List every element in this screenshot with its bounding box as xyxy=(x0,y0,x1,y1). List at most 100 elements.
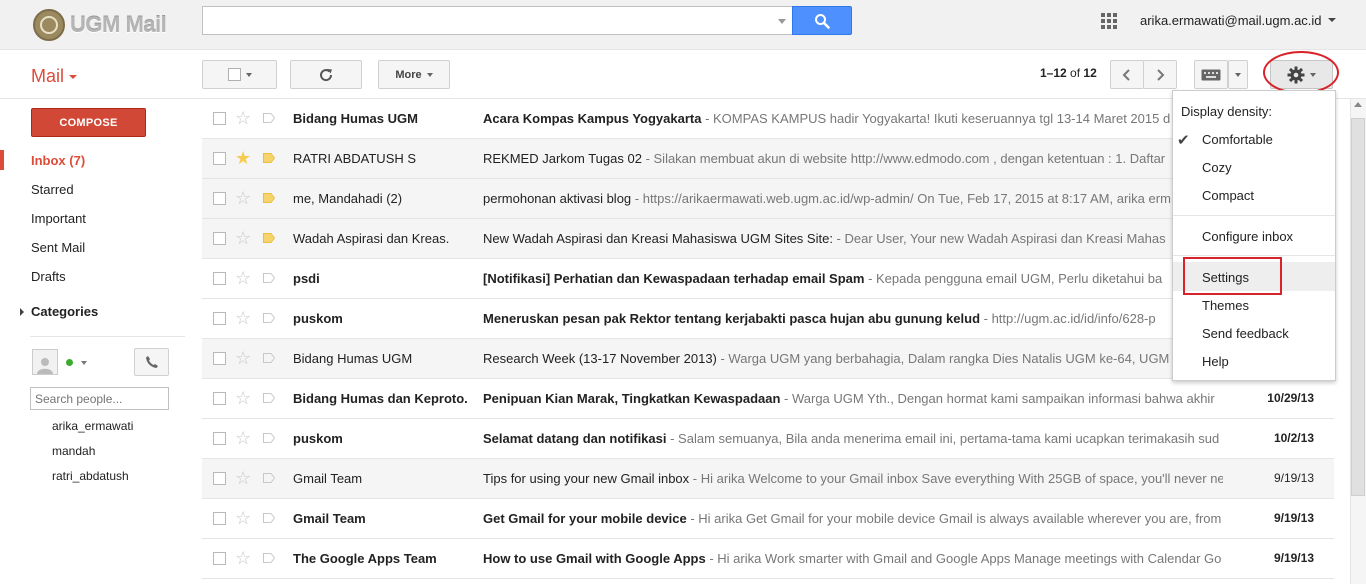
star-icon[interactable]: ☆ xyxy=(235,428,251,448)
row-checkbox[interactable] xyxy=(213,112,226,125)
nav-item-drafts[interactable]: Drafts xyxy=(31,269,66,284)
select-button[interactable] xyxy=(202,60,277,89)
star-icon[interactable]: ☆ xyxy=(235,228,251,248)
chat-status-caret-icon[interactable] xyxy=(81,361,87,365)
row-checkbox[interactable] xyxy=(213,232,226,245)
call-phone-button[interactable] xyxy=(134,348,169,376)
more-button[interactable]: More xyxy=(378,60,450,89)
row-checkbox[interactable] xyxy=(213,432,226,445)
row-checkbox[interactable] xyxy=(213,472,226,485)
email-snippet: - Hi arika Get Gmail for your mobile dev… xyxy=(686,511,1222,526)
importance-marker-icon[interactable] xyxy=(263,473,275,483)
email-sender: me, Mandahadi (2) xyxy=(293,191,403,206)
email-sender: Wadah Aspirasi dan Kreas. xyxy=(293,231,450,246)
star-icon[interactable]: ☆ xyxy=(235,548,251,568)
older-button[interactable] xyxy=(1143,60,1177,89)
apps-grid-icon[interactable] xyxy=(1101,13,1117,29)
importance-marker-icon[interactable] xyxy=(263,393,275,403)
importance-marker-icon[interactable] xyxy=(263,313,275,323)
importance-marker-icon[interactable] xyxy=(263,273,275,283)
nav-item-sent-mail[interactable]: Sent Mail xyxy=(31,240,85,255)
email-row[interactable]: ☆ puskom Selamat datang dan notifikasi - S… xyxy=(202,419,1334,459)
account-caret-icon[interactable] xyxy=(1328,18,1336,22)
importance-marker-icon[interactable] xyxy=(263,113,275,123)
email-subject-line: [Notifikasi] Perhatian dan Kewaspadaan t… xyxy=(483,271,1223,286)
email-date: 9/19/13 xyxy=(1273,551,1314,565)
email-row[interactable]: ☆ Bidang Humas dan Keproto. Penipuan Kian … xyxy=(202,379,1334,419)
search-input[interactable] xyxy=(202,6,792,35)
menu-item-cozy[interactable]: Cozy xyxy=(1202,160,1232,175)
compose-button[interactable]: COMPOSE xyxy=(31,108,146,137)
search-people-input[interactable] xyxy=(30,387,169,410)
email-subject: REKMED Jarkom Tugas 02 xyxy=(483,151,642,166)
star-icon[interactable]: ☆ xyxy=(235,268,251,288)
chat-contact[interactable]: ratri_abdatush xyxy=(52,469,129,483)
search-button[interactable] xyxy=(792,6,852,35)
menu-item-compact[interactable]: Compact xyxy=(1202,188,1254,203)
importance-marker-icon[interactable] xyxy=(263,353,275,363)
row-checkbox[interactable] xyxy=(213,192,226,205)
menu-item-themes[interactable]: Themes xyxy=(1202,298,1249,313)
mail-switcher[interactable]: Mail xyxy=(31,66,78,87)
chat-contact[interactable]: arika_ermawati xyxy=(52,419,133,433)
importance-marker-icon[interactable] xyxy=(263,433,275,443)
star-icon[interactable]: ☆ xyxy=(235,468,251,488)
star-icon[interactable]: ☆ xyxy=(235,108,251,128)
menu-item-configure-inbox[interactable]: Configure inbox xyxy=(1202,229,1293,244)
importance-marker-icon[interactable] xyxy=(263,233,275,243)
menu-item-send-feedback[interactable]: Send feedback xyxy=(1202,326,1289,341)
star-icon[interactable]: ☆ xyxy=(235,308,251,328)
nav-item-categories[interactable]: Categories xyxy=(20,304,98,319)
email-subject: permohonan aktivasi blog xyxy=(483,191,632,206)
email-row[interactable]: ★ RATRI ABDATUSH S REKMED Jarkom Tugas 02 … xyxy=(202,139,1334,179)
menu-item-help[interactable]: Help xyxy=(1202,354,1229,369)
email-row[interactable]: ☆ Wadah Aspirasi dan Kreas. New Wadah Aspi… xyxy=(202,219,1334,259)
scroll-up-arrow-icon[interactable] xyxy=(1354,102,1362,107)
row-checkbox[interactable] xyxy=(213,512,226,525)
importance-marker-icon[interactable] xyxy=(263,193,275,203)
newer-button[interactable] xyxy=(1110,60,1144,89)
menu-item-comfortable[interactable]: Comfortable xyxy=(1202,132,1273,147)
online-status-icon[interactable] xyxy=(66,359,73,366)
chat-contact[interactable]: mandah xyxy=(52,444,95,458)
magnifier-icon xyxy=(815,13,830,29)
email-row[interactable]: ☆ me, Mandahadi (2) permohonan aktivasi bl… xyxy=(202,179,1334,219)
row-checkbox[interactable] xyxy=(213,312,226,325)
nav-item-starred[interactable]: Starred xyxy=(31,182,74,197)
importance-marker-icon[interactable] xyxy=(263,153,275,163)
email-date: 9/19/13 xyxy=(1273,471,1314,485)
email-snippet: - Warga UGM yang berbahagia, Dalam rangk… xyxy=(716,351,1170,366)
star-icon[interactable]: ★ xyxy=(235,148,251,168)
email-row[interactable]: ☆ Bidang Humas UGM Research Week (13-17 No… xyxy=(202,339,1334,379)
email-row[interactable]: ☆ The Google Apps Team How to use Gmail wi… xyxy=(202,539,1334,579)
star-icon[interactable]: ☆ xyxy=(235,348,251,368)
importance-marker-icon[interactable] xyxy=(263,513,275,523)
search-options-caret-icon[interactable] xyxy=(778,19,786,24)
email-snippet: - Hi arika Work smarter with Gmail and G… xyxy=(705,551,1222,566)
input-tools-button[interactable] xyxy=(1194,60,1228,89)
row-checkbox[interactable] xyxy=(213,152,226,165)
nav-item-important[interactable]: Important xyxy=(31,211,86,226)
refresh-button[interactable] xyxy=(290,60,362,89)
row-checkbox[interactable] xyxy=(213,552,226,565)
input-tools-caret-button[interactable] xyxy=(1228,60,1248,89)
email-row[interactable]: ☆ psdi [Notifikasi] Perhatian dan Kewaspad… xyxy=(202,259,1334,299)
email-row[interactable]: ☆ Bidang Humas UGM Acara Kompas Kampus Yog… xyxy=(202,99,1334,139)
email-row[interactable]: ☆ puskom Meneruskan pesan pak Rektor tenta… xyxy=(202,299,1334,339)
select-checkbox-icon xyxy=(227,68,241,81)
ugm-mail-logo[interactable]: UGM Mail xyxy=(33,8,167,42)
scrollbar-thumb[interactable] xyxy=(1351,118,1365,496)
star-icon[interactable]: ☆ xyxy=(235,188,251,208)
importance-marker-icon[interactable] xyxy=(263,553,275,563)
star-icon[interactable]: ☆ xyxy=(235,388,251,408)
email-row[interactable]: ☆ Gmail Team Tips for using your new Gmail… xyxy=(202,459,1334,499)
nav-item-inbox[interactable]: Inbox (7) xyxy=(31,153,85,168)
row-checkbox[interactable] xyxy=(213,352,226,365)
email-row[interactable]: ☆ Gmail Team Get Gmail for your mobile dev… xyxy=(202,499,1334,539)
chat-avatar[interactable] xyxy=(32,349,58,375)
user-email[interactable]: arika.ermawati@mail.ugm.ac.id xyxy=(1140,13,1322,28)
email-sender: puskom xyxy=(293,431,343,446)
row-checkbox[interactable] xyxy=(213,392,226,405)
row-checkbox[interactable] xyxy=(213,272,226,285)
star-icon[interactable]: ☆ xyxy=(235,508,251,528)
